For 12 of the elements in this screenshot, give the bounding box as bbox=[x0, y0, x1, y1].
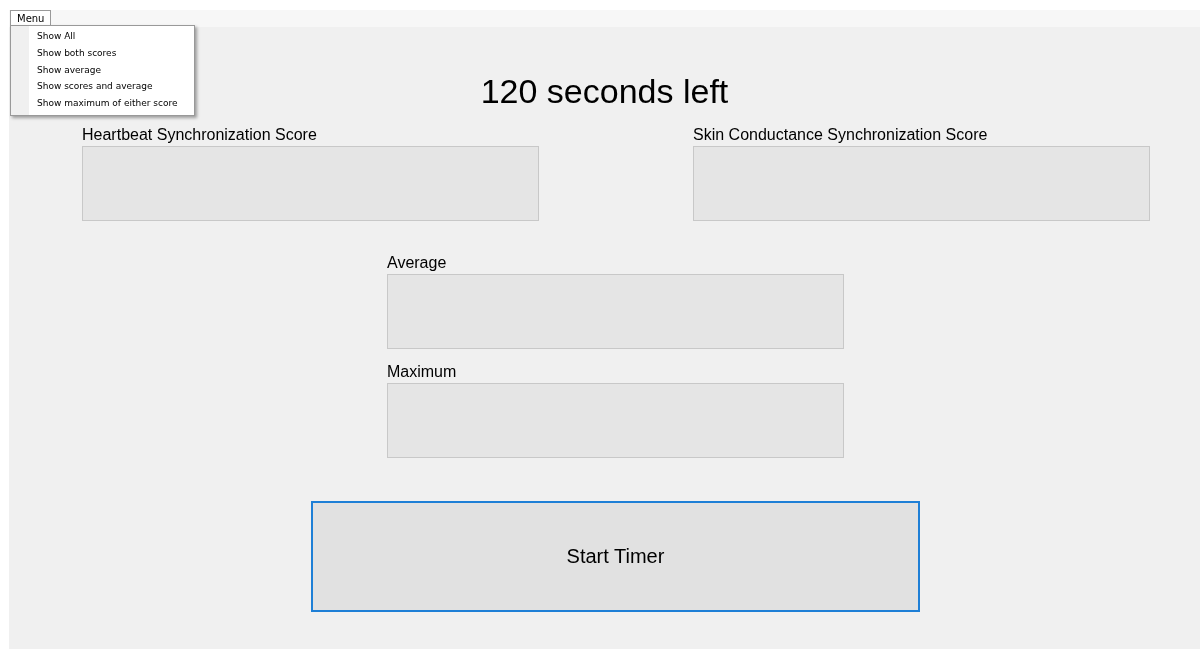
menu-item[interactable]: Show maximum of either score bbox=[11, 95, 194, 112]
timer-text: 120 seconds left bbox=[480, 71, 729, 111]
menu-item[interactable]: Show average bbox=[11, 61, 194, 79]
menu-tab[interactable]: Menu bbox=[10, 10, 52, 26]
start-timer-button[interactable]: Start Timer bbox=[311, 501, 920, 612]
menu-item[interactable]: Show scores and average bbox=[11, 78, 194, 96]
summary-label: Maximum bbox=[387, 362, 458, 382]
score-label: Skin Conductance Synchronization Score bbox=[693, 125, 989, 145]
summary-label: Average bbox=[387, 253, 448, 273]
score-label: Heartbeat Synchronization Score bbox=[82, 125, 318, 145]
menu-item[interactable]: Show All bbox=[11, 28, 194, 45]
menu-item[interactable]: Show both scores bbox=[11, 44, 194, 62]
